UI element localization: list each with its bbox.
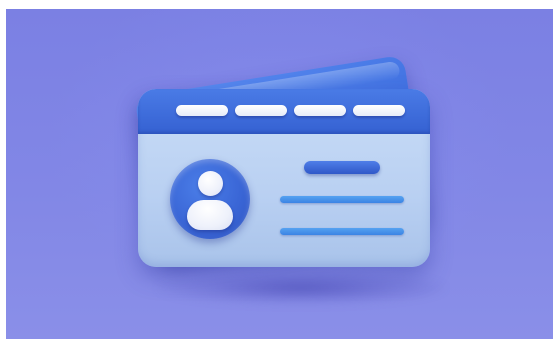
id-card-icon <box>138 89 430 267</box>
background <box>6 9 553 339</box>
illustration-scene <box>0 0 558 347</box>
avatar-body <box>187 200 233 230</box>
header-pill <box>353 105 405 116</box>
info-placeholder-line <box>280 228 404 235</box>
card-header-strip <box>138 89 430 134</box>
avatar-head <box>198 171 223 196</box>
user-avatar-icon <box>170 159 250 239</box>
info-placeholder-line <box>280 196 404 203</box>
header-pill <box>176 105 228 116</box>
header-pill <box>294 105 346 116</box>
card-floor-shadow <box>156 271 446 305</box>
header-pill <box>235 105 287 116</box>
name-placeholder-bar <box>304 161 380 174</box>
